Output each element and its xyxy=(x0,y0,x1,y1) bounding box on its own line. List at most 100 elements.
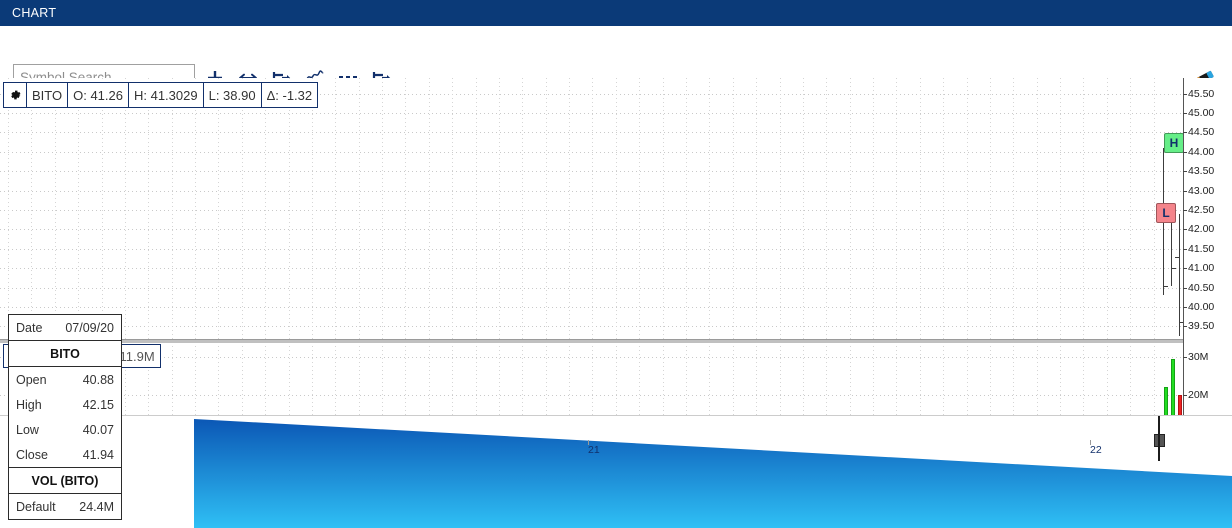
grid-line-v xyxy=(265,78,266,471)
ohlc-low: L: 38.90 xyxy=(204,83,262,107)
grid-line-v xyxy=(359,78,360,471)
gear-icon[interactable] xyxy=(4,83,27,107)
price-axis-tickmark xyxy=(1183,268,1187,269)
grid-line-v xyxy=(125,78,126,471)
ohlc-close-tick xyxy=(1164,285,1168,287)
price-axis-tickmark xyxy=(1183,307,1187,308)
grid-line-v xyxy=(1154,78,1155,471)
grid-line-v xyxy=(546,78,547,471)
grid-line-v xyxy=(920,78,921,471)
tooltip-volume-row: Default 24.4M xyxy=(9,494,121,519)
tooltip-symbol-header: BITO xyxy=(9,340,121,367)
grid-line-v xyxy=(850,78,851,471)
tooltip-volume-label: Default xyxy=(16,499,56,514)
price-axis-tick: 44.50 xyxy=(1188,126,1215,138)
tooltip-date-row: Date 07/09/20 xyxy=(9,315,121,340)
ohlc-high: H: 41.3029 xyxy=(129,83,204,107)
tooltip-row-value: 40.88 xyxy=(82,372,114,387)
price-axis-tickmark xyxy=(1183,94,1187,95)
tooltip-row-value: 41.94 xyxy=(82,447,114,462)
grid-line-v xyxy=(242,78,243,471)
ohlc-legend[interactable]: BITO O: 41.26 H: 41.3029 L: 38.90 Δ: -1.… xyxy=(3,82,319,108)
grid-line-v xyxy=(1037,78,1038,471)
grid-line-v xyxy=(148,78,149,471)
price-axis-tickmark xyxy=(1183,171,1187,172)
price-axis-tickmark xyxy=(1183,210,1187,211)
grid-line-v xyxy=(967,78,968,471)
tooltip-row-label: High xyxy=(16,397,42,412)
price-axis[interactable]: 45.50 45.00 44.50 44.00 43.50 43.00 42.50 42.00… xyxy=(1183,78,1232,471)
navigator-year-label: 21 xyxy=(588,444,600,456)
navigator-tick xyxy=(588,440,589,445)
tooltip-volume-value: 24.4M xyxy=(79,499,114,514)
grid-line-v xyxy=(639,78,640,471)
price-axis-tickmark xyxy=(1183,229,1187,230)
grid-line-v xyxy=(452,78,453,471)
grid-line-v xyxy=(218,78,219,471)
grid-line-v xyxy=(686,78,687,471)
tooltip-row-label: Open xyxy=(16,372,47,387)
chart-toolbar xyxy=(0,26,1232,90)
price-axis-tickmark xyxy=(1183,326,1187,327)
grid-line-v xyxy=(429,78,430,471)
volume-axis-tick: 30M xyxy=(1188,351,1209,363)
ohlc-delta: Δ: -1.32 xyxy=(266,87,313,103)
tooltip-ohlc-rows: Open 40.88 High 42.15 Low 40.07 Close 41.94 xyxy=(9,367,121,467)
datapoint-tooltip: Date 07/09/20 BITO Open 40.88 High 42.15 Low… xyxy=(8,314,122,520)
price-axis-tickmark xyxy=(1183,113,1187,114)
volume-axis-tickmark xyxy=(1183,395,1187,396)
high-marker: H xyxy=(1164,133,1184,154)
grid-line-v xyxy=(1013,78,1014,471)
grid-line-v xyxy=(289,78,290,471)
tooltip-row: High 42.15 xyxy=(9,392,121,417)
grid-line-v xyxy=(335,78,336,471)
price-axis-tick: 44.00 xyxy=(1188,146,1215,158)
grid-line-v xyxy=(943,78,944,471)
price-axis-line xyxy=(1183,78,1184,471)
grid-line-v xyxy=(592,78,593,471)
grid-line-v xyxy=(896,78,897,471)
price-axis-tick: 40.50 xyxy=(1188,282,1215,294)
grid-line-v xyxy=(195,78,196,471)
grid-line-v xyxy=(1107,78,1108,471)
price-axis-tickmark xyxy=(1183,249,1187,250)
ohlc-open-tick xyxy=(1175,256,1179,258)
page-title: CHART xyxy=(12,6,57,20)
grid-line-v xyxy=(569,78,570,471)
grid-line-v xyxy=(756,78,757,471)
price-axis-tickmark xyxy=(1183,132,1187,133)
grid-line-v xyxy=(826,78,827,471)
range-navigator[interactable]: 202122 xyxy=(0,415,1232,528)
tooltip-row-value: 42.15 xyxy=(82,397,114,412)
price-axis-tick: 39.50 xyxy=(1188,320,1215,332)
price-axis-tick: 45.00 xyxy=(1188,107,1215,119)
ohlc-bar xyxy=(1179,213,1180,336)
price-axis-tick: 42.50 xyxy=(1188,204,1215,216)
grid-line-v xyxy=(733,78,734,471)
volume-axis-tick: 20M xyxy=(1188,389,1209,401)
grid-line-v xyxy=(803,78,804,471)
grid-line-v xyxy=(780,78,781,471)
grid-line-v xyxy=(499,78,500,471)
grid-line-v xyxy=(522,78,523,471)
price-axis-tick: 41.00 xyxy=(1188,262,1215,274)
tooltip-row-value: 40.07 xyxy=(82,422,114,437)
grid-line-v xyxy=(476,78,477,471)
panel-divider[interactable] xyxy=(0,340,1183,343)
price-axis-tickmark xyxy=(1183,288,1187,289)
navigator-year-label: 22 xyxy=(1090,444,1102,456)
low-marker: L xyxy=(1156,202,1176,223)
price-axis-tickmark xyxy=(1183,191,1187,192)
navigator-right-edge[interactable] xyxy=(1158,416,1160,461)
price-axis-tick: 45.50 xyxy=(1188,88,1215,100)
tooltip-volume-header: VOL (BITO) xyxy=(9,467,121,494)
grid-line-v xyxy=(616,78,617,471)
tooltip-row: Open 40.88 xyxy=(9,367,121,392)
grid-line-v xyxy=(1083,78,1084,471)
tooltip-row: Low 40.07 xyxy=(9,417,121,442)
navigator-area-chart xyxy=(194,419,1232,528)
price-axis-tick: 43.50 xyxy=(1188,165,1215,177)
volume-axis-tickmark xyxy=(1183,357,1187,358)
grid-line-v xyxy=(990,78,991,471)
tooltip-date-label: Date xyxy=(16,320,43,335)
